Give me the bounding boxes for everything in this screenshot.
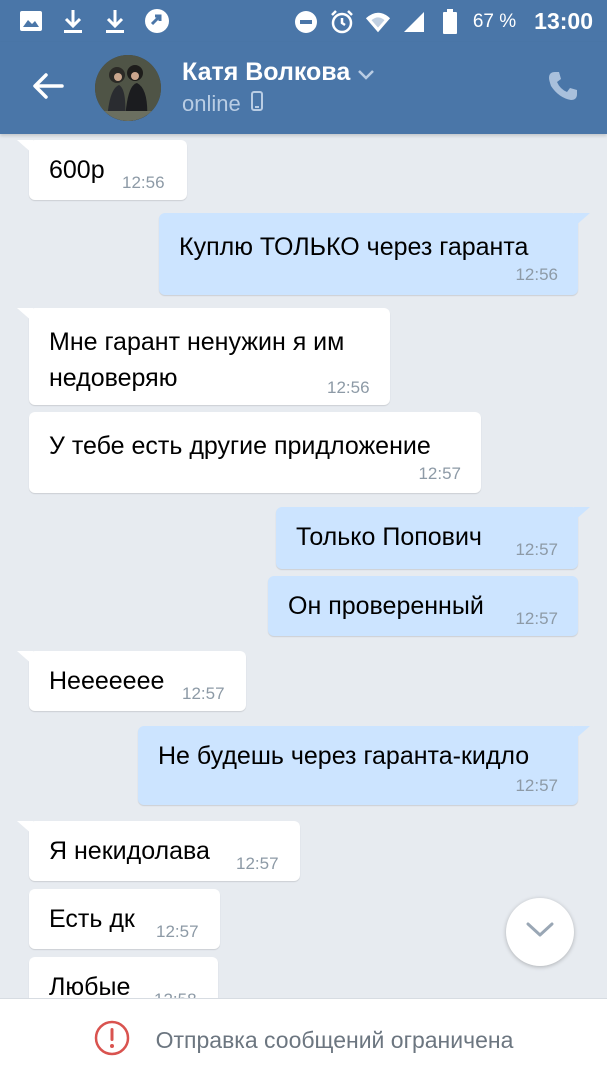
mobile-icon [250, 91, 263, 117]
scroll-down-button[interactable] [506, 898, 574, 966]
message-bubble-outgoing[interactable]: Только Попович 12:57 [276, 507, 590, 569]
message-time: 12:57 [418, 464, 461, 483]
alarm-icon [329, 9, 355, 35]
message-text: Любые [49, 973, 131, 998]
contact-name: Катя Волкова [182, 58, 351, 86]
message-text: У тебе есть другие придложение [49, 432, 431, 460]
contact-status-row: online [182, 91, 263, 117]
download-icon [102, 8, 128, 34]
message-bubble-incoming[interactable]: Нееееееe 12:57 [17, 651, 246, 711]
message-text: Он проверенный [288, 592, 484, 620]
signal-icon [401, 9, 427, 35]
message-bubble-incoming[interactable]: Я некидолава 12:57 [17, 821, 300, 881]
message-text: Не будешь через гаранта-кидло [158, 742, 530, 770]
contact-status: online [182, 91, 241, 116]
message-time: 12:56 [122, 173, 165, 192]
chevron-down-icon [358, 58, 375, 87]
image-icon [18, 8, 44, 34]
message-bubble-incoming[interactable]: У тебе есть другие придложение 12:57 [29, 412, 481, 493]
message-time: 12:57 [182, 684, 225, 703]
avatar[interactable] [95, 55, 161, 121]
message-time: 12:57 [156, 922, 199, 941]
message-text-line2: недоверяю [49, 364, 178, 392]
phone-icon [547, 72, 579, 106]
message-text: Я некидолава [49, 837, 210, 865]
contact-name-row[interactable]: Катя Волкова [182, 58, 375, 87]
wifi-icon [365, 9, 391, 35]
battery-icon [437, 8, 463, 35]
message-bubble-incoming[interactable]: Любые 12:58 [29, 957, 218, 998]
message-time: 12:56 [327, 378, 370, 397]
message-bubble-outgoing[interactable]: Он проверенный 12:57 [268, 576, 578, 636]
battery-percent: 67 % [472, 10, 517, 32]
message-text: Только Попович [296, 523, 482, 551]
message-bubble-incoming[interactable]: Мне гарант ненужин я им недоверяю 12:56 [17, 308, 390, 405]
message-bubble-outgoing[interactable]: Куплю ТОЛЬКО через гаранта 12:56 [159, 213, 590, 295]
message-text: Куплю ТОЛЬКО через гаранта [179, 233, 529, 261]
message-time: 12:57 [515, 540, 558, 559]
dnd-icon [293, 9, 319, 35]
message-bubble-incoming[interactable]: Есть дк 12:57 [29, 889, 220, 949]
message-time: 12:56 [515, 265, 558, 284]
message-time: 12:57 [515, 776, 558, 795]
message-bubble-incoming[interactable]: 600р 12:56 [17, 140, 187, 200]
message-list[interactable]: 600р 12:56 Куплю ТОЛЬКО через гаранта 12… [0, 134, 607, 998]
chat-header: Катя Волкова online [0, 42, 607, 134]
message-bubble-outgoing[interactable]: Не будешь через гаранта-кидло 12:57 [138, 726, 590, 805]
app-icon [144, 8, 170, 34]
download-icon [60, 8, 86, 34]
message-time: 12:58 [154, 990, 197, 998]
back-arrow-icon [32, 72, 64, 105]
status-bar: 67 % 13:00 [0, 0, 607, 42]
clock: 13:00 [534, 8, 593, 34]
warning-icon [94, 1020, 130, 1061]
message-time: 12:57 [515, 609, 558, 628]
message-restriction-bar: Отправка сообщений ограничена [0, 998, 607, 1081]
call-button[interactable] [547, 70, 581, 104]
back-button[interactable] [28, 68, 68, 108]
restriction-text: Отправка сообщений ограничена [155, 1026, 514, 1053]
message-text: Есть дк [49, 905, 135, 933]
message-text: Нееееееe [49, 667, 165, 695]
chevron-down-icon [526, 922, 554, 943]
message-time: 12:57 [236, 854, 279, 873]
message-text: 600р [49, 156, 105, 184]
message-text: Мне гарант ненужин я им [49, 328, 345, 356]
